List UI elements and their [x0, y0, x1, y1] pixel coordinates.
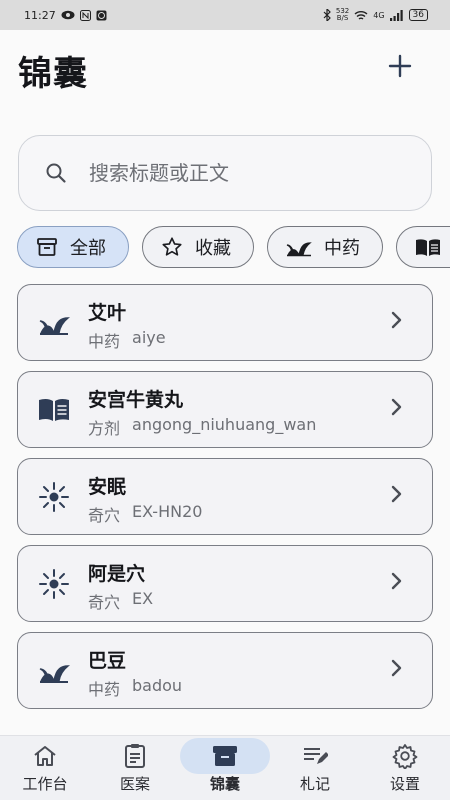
- star-icon: [162, 237, 182, 256]
- signal-icon: [389, 9, 403, 21]
- nav-label: 锦囊: [209, 775, 240, 793]
- eye-icon: [61, 10, 75, 20]
- item-code: aiye: [132, 328, 166, 347]
- item-code: badou: [132, 676, 183, 695]
- item-code: angong_niuhuang_wan: [132, 415, 317, 434]
- chevron-right-icon: [391, 311, 402, 329]
- chevron-right-icon: [391, 485, 402, 503]
- item-category: 中药: [88, 680, 121, 699]
- nav-item-tips[interactable]: 锦囊: [180, 736, 270, 800]
- wifi-icon: [354, 10, 368, 20]
- item-title: 艾叶: [88, 302, 127, 324]
- list-item[interactable]: 巴豆 中药 badou: [17, 632, 433, 709]
- filter-chip-favorites[interactable]: 收藏: [142, 226, 254, 268]
- net-speed-unit: B/S: [336, 14, 349, 22]
- nav-item-workbench[interactable]: 工作台: [0, 736, 90, 800]
- list-item[interactable]: 安宫牛黄丸 方剂 angong_niuhuang_wan: [17, 371, 433, 448]
- item-title: 安宫牛黄丸: [88, 389, 184, 411]
- item-subtitle: 奇穴 EX-HN20: [88, 502, 202, 526]
- status-left: 11:27: [24, 9, 107, 22]
- filter-chip-label: 中药: [324, 238, 360, 259]
- signal-type: 4G: [373, 10, 385, 20]
- home-icon: [32, 743, 58, 769]
- status-bar: 11:27 532 B/S 4G 36: [0, 0, 450, 30]
- book-icon: [39, 398, 69, 421]
- search-icon: [46, 163, 66, 183]
- archive-icon: [37, 238, 57, 256]
- chevron-right-icon: [391, 398, 402, 416]
- item-title: 安眠: [88, 476, 127, 498]
- app-bar: 锦囊: [0, 30, 450, 108]
- nfc-icon: [79, 9, 91, 21]
- plus-icon: [388, 54, 412, 78]
- bluetooth-icon: [323, 9, 331, 21]
- filter-chip-herbs[interactable]: 中药: [267, 226, 383, 268]
- nav-item-settings[interactable]: 设置: [360, 736, 450, 800]
- filter-chip-formulas[interactable]: [396, 226, 450, 268]
- item-title: 巴豆: [88, 650, 127, 672]
- item-code: EX-HN20: [132, 502, 203, 521]
- nav-item-notes[interactable]: 札记: [270, 736, 360, 800]
- chevron-right-icon: [391, 572, 402, 590]
- herb-icon: [39, 665, 70, 683]
- herb-icon: [286, 242, 312, 257]
- acupoint-icon: [39, 569, 69, 599]
- filter-chip-label: 全部: [70, 238, 106, 259]
- item-subtitle: 方剂 angong_niuhuang_wan: [88, 415, 316, 439]
- status-time: 11:27: [24, 8, 56, 22]
- add-button[interactable]: [382, 48, 418, 84]
- chevron-right-icon: [391, 659, 402, 677]
- list-item[interactable]: 阿是穴 奇穴 EX: [17, 545, 433, 622]
- search-input[interactable]: [89, 161, 389, 185]
- page-title: 锦囊: [18, 54, 88, 94]
- item-subtitle: 中药 aiye: [88, 328, 166, 352]
- filter-chip-all[interactable]: 全部: [17, 226, 129, 268]
- clipboard-icon: [123, 743, 147, 769]
- list-item[interactable]: 安眠 奇穴 EX-HN20: [17, 458, 433, 535]
- filter-chip-label: 收藏: [195, 238, 231, 259]
- nav-item-cases[interactable]: 医案: [90, 736, 180, 800]
- book-icon: [416, 239, 440, 256]
- search-box[interactable]: [18, 135, 432, 211]
- nav-label: 工作台: [22, 775, 68, 793]
- main-content: 全部 收藏 中药 艾叶 中药 aiye 安宫牛黄丸: [0, 108, 450, 735]
- list-item[interactable]: 艾叶 中药 aiye: [17, 284, 433, 361]
- notes-icon: [302, 743, 328, 769]
- net-speed: 532 B/S: [336, 8, 349, 22]
- nav-label: 医案: [119, 775, 150, 793]
- gear-icon: [392, 743, 418, 769]
- herb-icon: [39, 317, 70, 335]
- item-subtitle: 奇穴 EX: [88, 589, 153, 613]
- acupoint-icon: [39, 482, 69, 512]
- status-right: 532 B/S 4G 36: [323, 8, 428, 22]
- item-subtitle: 中药 badou: [88, 676, 182, 700]
- nav-label: 札记: [299, 775, 330, 793]
- item-title: 阿是穴: [88, 563, 146, 585]
- bottom-nav: 工作台 医案 锦囊 札记 设置: [0, 735, 450, 800]
- item-category: 奇穴: [88, 593, 121, 612]
- nav-label: 设置: [389, 775, 420, 793]
- filter-chips: 全部 收藏 中药: [17, 226, 450, 268]
- item-category: 中药: [88, 332, 121, 351]
- archive-icon: [212, 743, 238, 769]
- battery-indicator: 36: [408, 9, 428, 21]
- item-category: 方剂: [88, 419, 121, 438]
- item-list: 艾叶 中药 aiye 安宫牛黄丸 方剂 angong_niuhuang_wan …: [17, 284, 433, 719]
- alarm-icon: [96, 10, 107, 20]
- item-category: 奇穴: [88, 506, 121, 525]
- item-code: EX: [132, 589, 154, 608]
